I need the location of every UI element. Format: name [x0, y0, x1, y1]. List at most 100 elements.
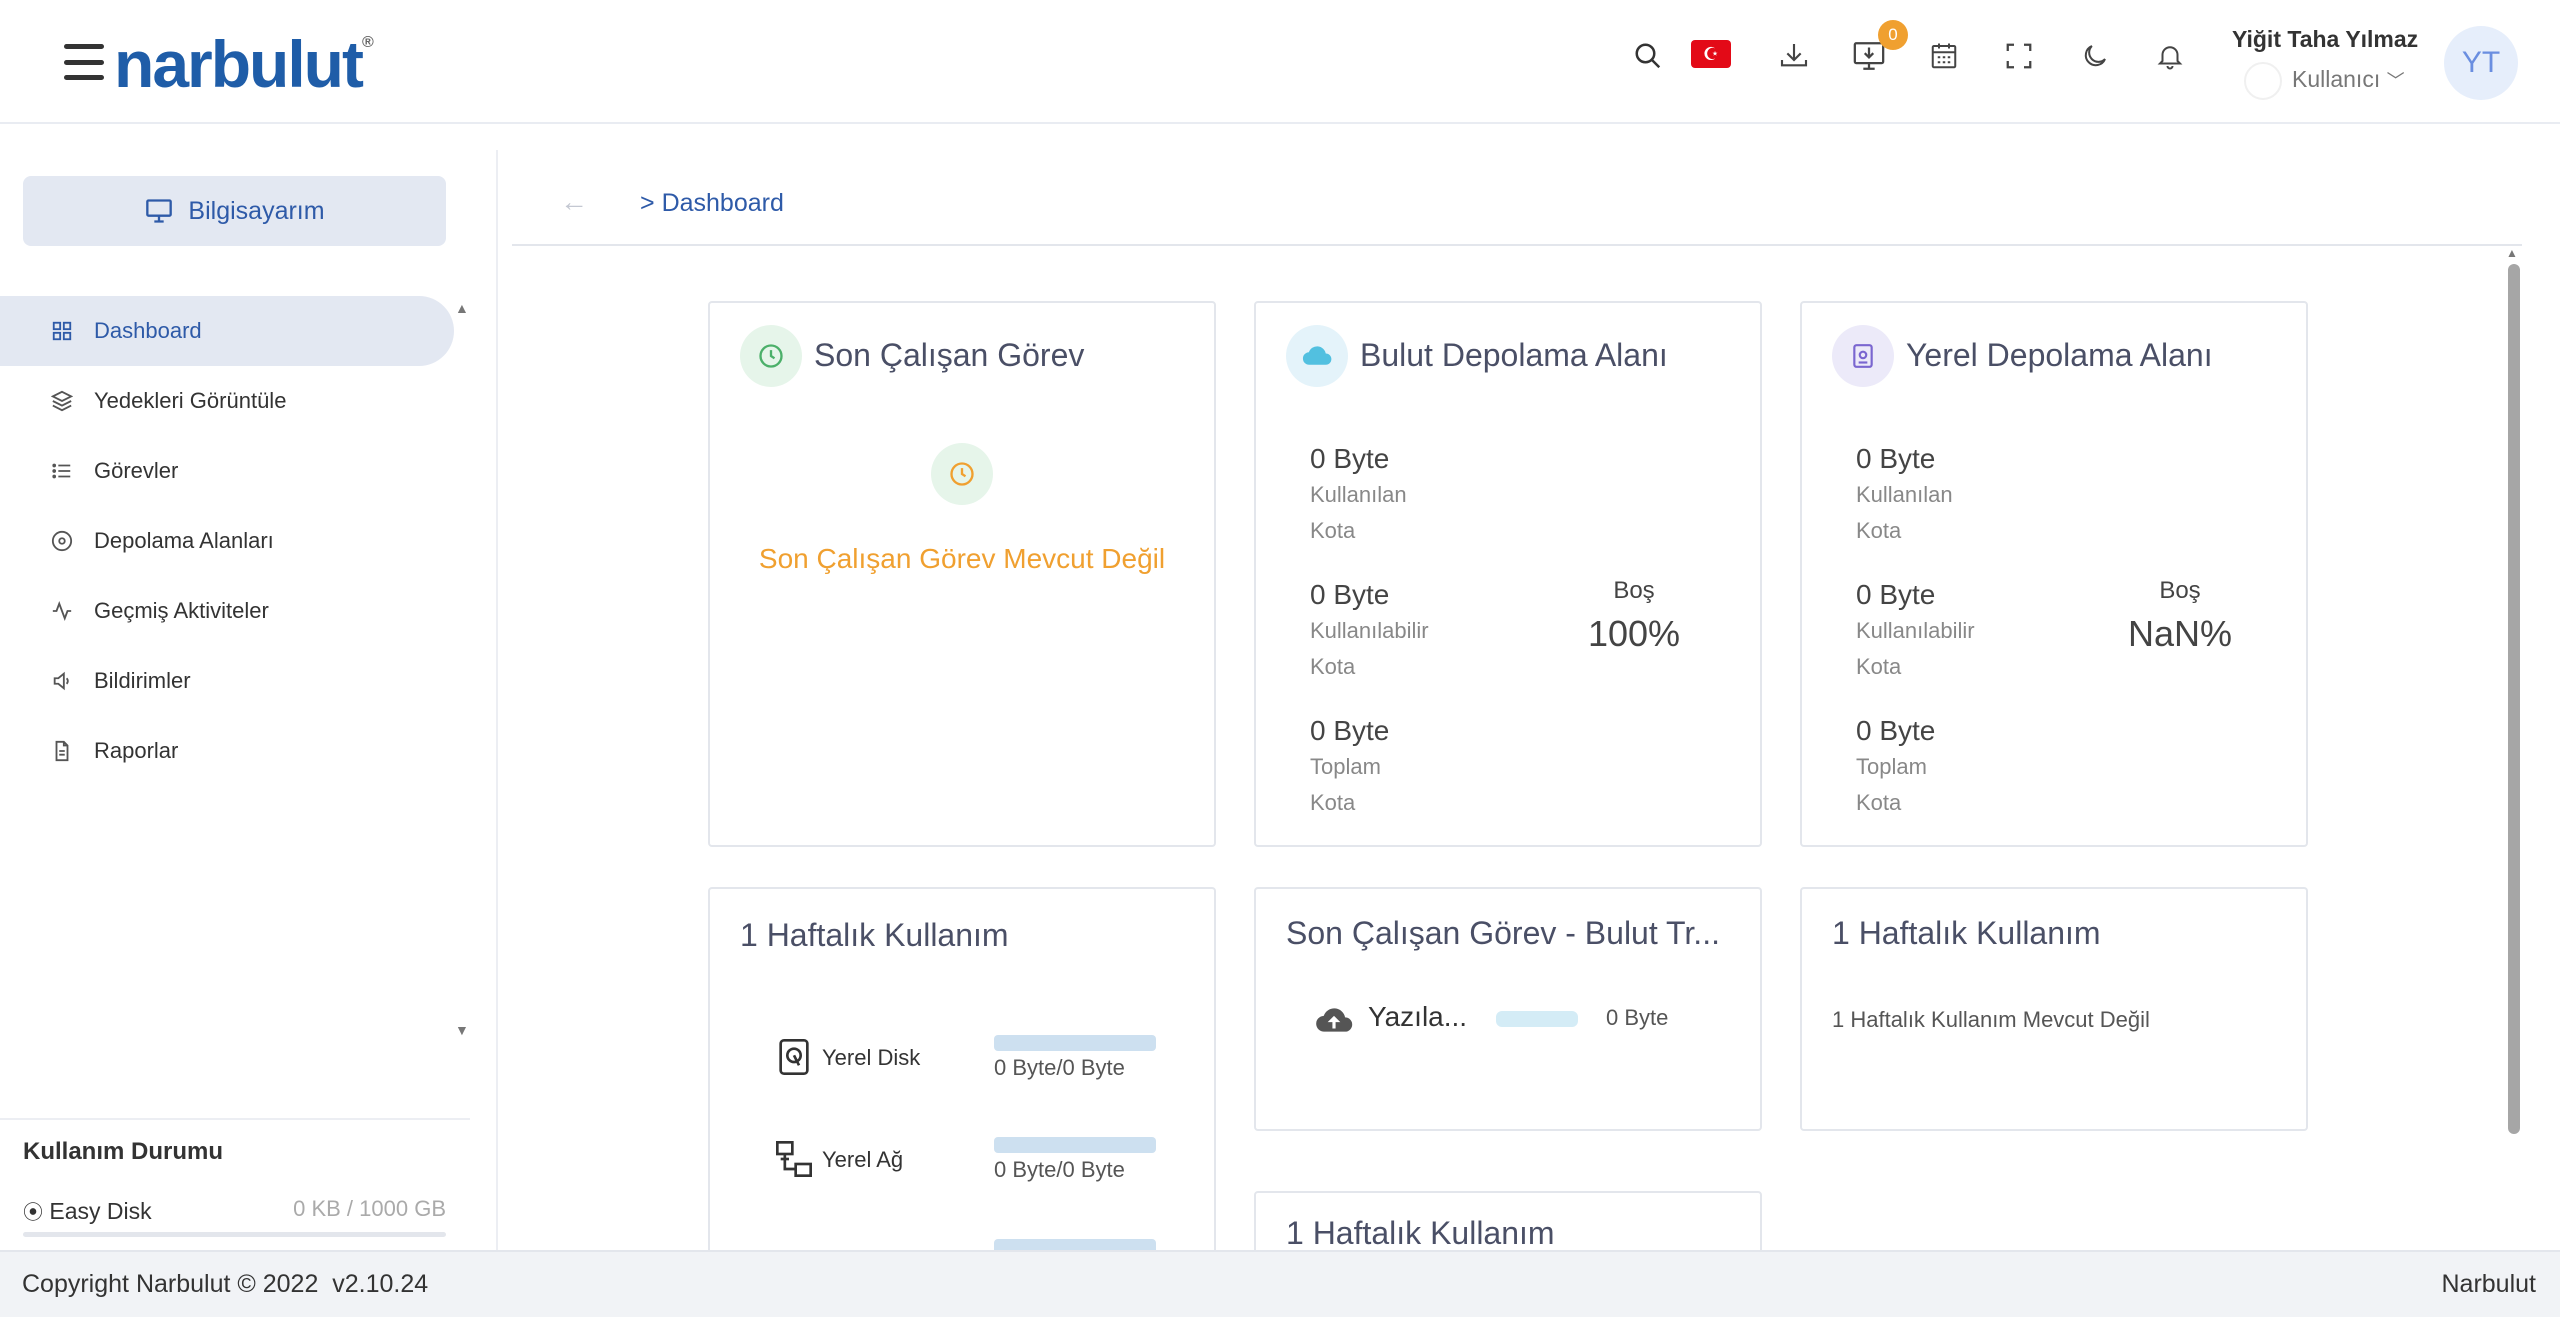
sidebar-scroll-up-icon[interactable]: ▲ [455, 300, 469, 316]
list-icon [50, 459, 74, 483]
card-title: Bulut Depolama Alanı [1360, 337, 1668, 373]
sidebar-item-label: Geçmiş Aktiviteler [94, 598, 269, 623]
sidebar-item-notifications[interactable]: Bildirimler [0, 646, 454, 716]
hard-drive-icon [1832, 325, 1894, 387]
breadcrumb-bar [512, 170, 2522, 246]
sidebar-item-label: Yedekleri Görüntüle [94, 388, 287, 413]
flag-symbol: ☪ [1702, 43, 1720, 64]
used-quota-label: Kota [1856, 518, 1902, 543]
available-quota-label: Kota [1310, 654, 1356, 679]
clock-warning-icon [931, 443, 993, 505]
user-role-label: Kullanıcı [2292, 66, 2381, 92]
usage-progress-bar [23, 1232, 446, 1237]
content-scrollbar[interactable] [2508, 264, 2520, 1134]
used-label: Kullanılan [1856, 482, 1953, 507]
total-value: 0 Byte [1310, 715, 1390, 746]
menu-icon[interactable] [64, 44, 104, 80]
total-quota-label: Kota [1856, 790, 1902, 815]
card-title: 1 Haftalık Kullanım [1832, 915, 2101, 951]
sidebar-item-tasks[interactable]: Görevler [0, 436, 454, 506]
card-title: Yerel Depolama Alanı [1906, 337, 2213, 373]
card-title: Son Çalışan Görev - Bulut Tr... [1286, 915, 1720, 951]
file-icon [50, 739, 74, 763]
footer-brand: Narbulut [2441, 1270, 2537, 1298]
sidebar-item-label: Dashboard [94, 318, 202, 343]
layers-icon [50, 389, 74, 413]
local-disk-icon [772, 1035, 816, 1079]
monitor-icon [146, 199, 173, 223]
used-label: Kullanılan [1310, 482, 1407, 507]
cloud-icon [1286, 325, 1348, 387]
user-role-dropdown[interactable]: Kullanıcı ﹀ [2292, 66, 2405, 93]
disc-icon: ⦿ [23, 1202, 43, 1224]
cloud-upload-icon [1312, 997, 1356, 1041]
chevron-down-icon: ﹀ [2386, 71, 2405, 91]
search-icon[interactable] [1628, 36, 1668, 76]
cloud-storage-card: Bulut Depolama Alanı 0 Byte Kullanılan K… [1254, 301, 1762, 847]
used-value: 0 Byte [1856, 443, 1936, 474]
used-quota-label: Kota [1310, 518, 1356, 543]
last-task-cloud-card: Son Çalışan Görev - Bulut Tr... Yazıla..… [1254, 887, 1762, 1131]
total-label: Toplam [1310, 754, 1381, 779]
free-label: Boş [2159, 577, 2201, 604]
week-row-label: Yerel Ağ [822, 1147, 904, 1172]
free-label: Boş [1613, 577, 1655, 604]
avatar[interactable]: YT [2444, 26, 2518, 100]
breadcrumb[interactable]: > Dashboard [640, 189, 784, 218]
sidebar-item-dashboard[interactable]: Dashboard [0, 296, 454, 366]
status-indicator [2244, 62, 2282, 100]
sidebar-item-label: Görevler [94, 458, 179, 483]
speaker-icon [50, 669, 74, 693]
total-quota-label: Kota [1310, 790, 1356, 815]
language-flag-icon[interactable]: ☪ [1691, 40, 1731, 68]
logo-registered: ® [361, 34, 374, 51]
grid-icon [50, 319, 74, 343]
sidebar-scroll-down-icon[interactable]: ▼ [455, 1022, 469, 1038]
activity-icon [50, 599, 74, 623]
free-percent: NaN% [2127, 613, 2233, 654]
sidebar-item-storage[interactable]: Depolama Alanları [0, 506, 454, 576]
available-quota-label: Kota [1856, 654, 1902, 679]
sidebar-item-reports[interactable]: Raporlar [0, 716, 454, 786]
bell-icon[interactable] [2150, 36, 2190, 76]
used-value: 0 Byte [1310, 443, 1390, 474]
usage-divider [0, 1118, 470, 1120]
usage-disk-value: 0 KB / 1000 GB [293, 1196, 446, 1221]
usage-title: Kullanım Durumu [23, 1138, 224, 1165]
last-task-card: Son Çalışan Görev Son Çalışan Görev Mevc… [708, 301, 1216, 847]
total-label: Toplam [1856, 754, 1927, 779]
fullscreen-icon[interactable] [1999, 36, 2039, 76]
empty-message: 1 Haftalık Kullanım Mevcut Değil [1832, 1007, 2150, 1032]
task-size: 0 Byte [1606, 1005, 1669, 1030]
sidebar-item-label: Raporlar [94, 738, 179, 763]
sidebar-item-label: Depolama Alanları [94, 528, 274, 553]
my-computer-button[interactable]: Bilgisayarım [23, 176, 446, 246]
usage-disk-label: Easy Disk [49, 1198, 152, 1224]
user-name[interactable]: Yiğit Taha Yılmaz [2232, 26, 2418, 53]
week-row-bar [994, 1137, 1156, 1153]
free-percent: 100% [1587, 613, 1681, 654]
sidebar-item-past-activities[interactable]: Geçmiş Aktiviteler [0, 576, 454, 646]
breadcrumb-separator: > [640, 189, 655, 217]
usage-disk-row: ⦿ Easy Disk 0 KB / 1000 GB [23, 1196, 446, 1225]
my-computer-label: Bilgisayarım [188, 196, 325, 225]
download-icon[interactable] [1774, 36, 1814, 76]
usage-disk-name: ⦿ Easy Disk [23, 1196, 152, 1225]
content-scroll-up-icon[interactable]: ▲ [2506, 246, 2518, 260]
logo[interactable]: narbulut® [114, 26, 374, 102]
disc-icon [50, 529, 74, 553]
week-row-value: 0 Byte/0 Byte [994, 1055, 1125, 1080]
dark-mode-moon-icon[interactable] [2075, 36, 2115, 76]
empty-message: Son Çalışan Görev Mevcut Değil [758, 543, 1166, 574]
weekly-usage-empty-card: 1 Haftalık Kullanım 1 Haftalık Kullanım … [1800, 887, 2308, 1131]
footer: Copyright Narbulut © 2022 v2.10.24 Narbu… [0, 1250, 2560, 1317]
task-progress-bar [1496, 1011, 1578, 1027]
available-label: Kullanılabilir [1310, 618, 1429, 643]
back-arrow-icon[interactable]: ← [560, 186, 588, 218]
downloads-count-badge: 0 [1878, 20, 1908, 50]
local-network-icon [772, 1137, 816, 1181]
logo-text: narbulut [114, 27, 364, 101]
calendar-icon[interactable] [1924, 36, 1964, 76]
sidebar-item-view-backups[interactable]: Yedekleri Görüntüle [0, 366, 454, 436]
week-row-label: Yerel Disk [822, 1045, 921, 1070]
